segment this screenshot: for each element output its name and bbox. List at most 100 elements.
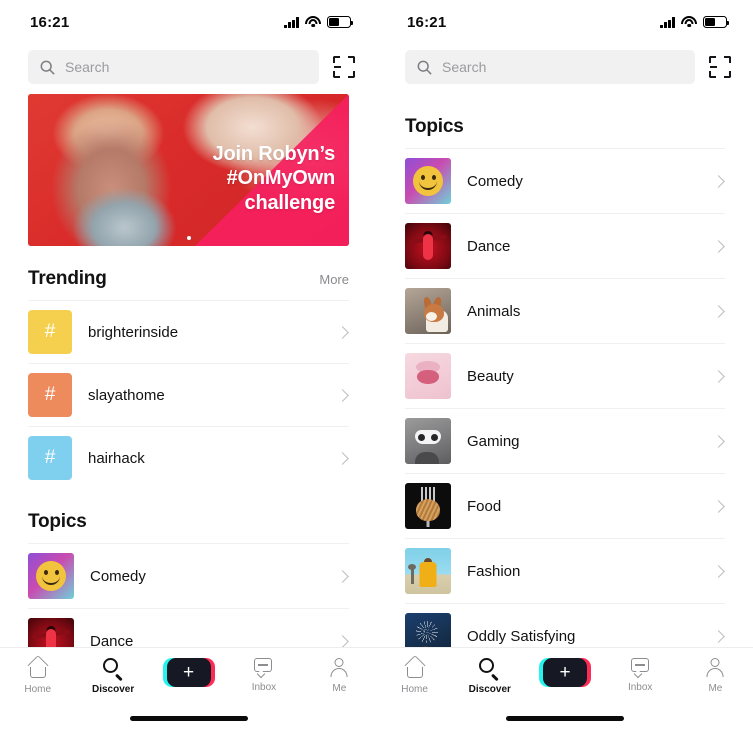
chevron-right-icon (336, 569, 349, 583)
home-indicator (506, 716, 624, 721)
topic-row[interactable]: Food (405, 473, 725, 538)
topics-header: Topics (0, 489, 377, 543)
plus-glyph: + (182, 662, 195, 683)
status-bar: 16:21 (0, 0, 377, 44)
chevron-right-icon (336, 451, 349, 465)
trending-label: hairhack (88, 449, 145, 467)
scan-qr-icon[interactable] (333, 56, 355, 78)
home-icon (403, 654, 426, 679)
plus-glyph: + (559, 662, 571, 683)
trending-label: brighterinside (88, 323, 179, 341)
inbox-icon (253, 658, 274, 679)
topic-row[interactable]: Beauty (405, 343, 725, 408)
home-indicator (129, 716, 248, 721)
topic-row[interactable]: Comedy (28, 543, 349, 608)
hashtag-icon: # (28, 373, 72, 417)
topic-thumbnail-comedy (28, 553, 74, 599)
topic-row[interactable]: Gaming (405, 408, 725, 473)
topic-row[interactable]: Dance (405, 213, 725, 278)
status-time: 16:21 (407, 13, 447, 31)
search-placeholder: Search (442, 59, 487, 75)
hashtag-icon: # (28, 310, 72, 354)
topic-row[interactable]: Fashion (405, 538, 725, 603)
banner-line-2: #OnMyOwn (226, 167, 336, 190)
chevron-right-icon (336, 634, 349, 648)
tab-home[interactable]: Home (377, 654, 452, 695)
tab-label: Me (708, 683, 723, 694)
status-icons (284, 16, 354, 28)
trending-header: Trending More (0, 246, 377, 300)
trending-title: Trending (28, 268, 107, 289)
create-plus-icon[interactable]: + (539, 658, 591, 687)
search-input[interactable]: Search (28, 50, 319, 84)
chevron-right-icon (336, 388, 349, 402)
topic-thumbnail-comedy (405, 158, 451, 204)
banner-text: Join Robyn’s #OnMyOwn challenge (213, 142, 336, 215)
tab-me[interactable]: Me (678, 658, 753, 694)
chevron-right-icon (712, 629, 725, 643)
search-input[interactable]: Search (405, 50, 695, 84)
hashtag-icon: # (28, 436, 72, 480)
trending-more-link[interactable]: More (319, 272, 349, 287)
chevron-right-icon (712, 369, 725, 383)
tab-label: Home (401, 684, 428, 695)
tab-create[interactable]: + (527, 658, 602, 687)
battery-icon (327, 16, 354, 28)
profile-icon (705, 658, 726, 678)
chevron-right-icon (712, 304, 725, 318)
search-icon (479, 658, 500, 682)
banner-line-3: challenge (244, 191, 336, 214)
tab-inbox[interactable]: Inbox (603, 658, 678, 693)
tab-label: Inbox (627, 682, 653, 693)
chevron-right-icon (336, 325, 349, 339)
search-row: Search (377, 44, 753, 94)
tab-create[interactable]: + (151, 658, 226, 687)
topic-label: Comedy (90, 567, 146, 585)
tab-inbox[interactable]: Inbox (226, 658, 301, 693)
scan-qr-icon[interactable] (709, 56, 731, 78)
chevron-right-icon (712, 174, 725, 188)
create-plus-icon[interactable]: + (162, 658, 215, 687)
tab-discover[interactable]: Discover (75, 658, 150, 695)
search-icon (417, 60, 432, 74)
inbox-icon (630, 658, 651, 679)
chevron-right-icon (712, 239, 725, 253)
topic-thumbnail-beauty (405, 353, 451, 399)
promo-banner[interactable]: Join Robyn’s #OnMyOwn challenge (28, 94, 349, 246)
status-bar: 16:21 (377, 0, 753, 44)
tab-discover[interactable]: Discover (452, 658, 527, 695)
tab-label: Me (332, 683, 347, 694)
topic-thumbnail-food (405, 483, 451, 529)
trending-row[interactable]: # hairhack (28, 426, 349, 489)
search-icon (40, 60, 55, 74)
profile-icon (329, 658, 350, 678)
tab-label: Discover (91, 684, 135, 695)
topic-label: Beauty (467, 367, 514, 385)
status-icons (660, 16, 730, 28)
topic-label: Fashion (467, 562, 521, 580)
trending-label: slayathome (88, 386, 165, 404)
topic-row[interactable]: Comedy (405, 148, 725, 213)
chevron-right-icon (712, 434, 725, 448)
topics-title: Topics (28, 511, 87, 532)
trending-row[interactable]: # slayathome (28, 363, 349, 426)
phone-screen-right: 16:21 Search Topics ☺ Comedy Dance Anima… (377, 0, 753, 731)
tab-label: Discover (468, 684, 511, 695)
topic-row[interactable]: Animals (405, 278, 725, 343)
bottom-tab-bar: Home Discover + Inbox Me (377, 647, 753, 731)
topic-label: Dance (467, 237, 511, 255)
banner-pagination-dot[interactable] (186, 236, 191, 240)
topics-title: Topics (405, 116, 464, 137)
topic-thumbnail-animals (405, 288, 451, 334)
tab-home[interactable]: Home (0, 654, 75, 695)
search-row: Search (0, 44, 377, 94)
phone-screen-left: 16:21 Search Join Robyn’s #OnMyOwn chall… (0, 0, 377, 731)
trending-row[interactable]: # brighterinside (28, 300, 349, 363)
topic-label: Comedy (467, 172, 523, 190)
topic-label: Oddly Satisfying (467, 627, 576, 645)
topic-thumbnail-gaming (405, 418, 451, 464)
battery-icon (703, 16, 730, 28)
tab-me[interactable]: Me (302, 658, 377, 694)
search-icon (102, 658, 124, 682)
topic-thumbnail-fashion (405, 548, 451, 594)
